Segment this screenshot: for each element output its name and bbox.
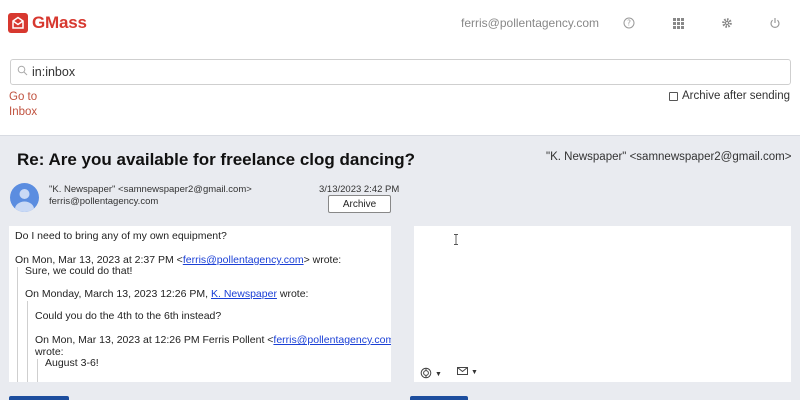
- email-options-dropdown[interactable]: ▼: [457, 367, 478, 377]
- email-link[interactable]: ferris@pollentagency.com: [183, 254, 304, 266]
- archive-after-sending-checkbox[interactable]: [669, 91, 678, 101]
- archive-after-sending-option[interactable]: Archive after sending: [669, 90, 790, 102]
- bottom-button-left[interactable]: [9, 396, 69, 400]
- quote-bar: [37, 359, 38, 382]
- inbox-label: Inbox: [9, 106, 38, 118]
- archive-after-sending-label: Archive after sending: [682, 90, 791, 102]
- top-bar: GMass ferris@pollentagency.com ?: [0, 0, 800, 48]
- search-box[interactable]: [10, 59, 791, 85]
- quote-text-1: Sure, we could do that!: [25, 265, 133, 277]
- account-email[interactable]: ferris@pollentagency.com: [461, 16, 599, 30]
- email-link[interactable]: ferris@pollentagency.com: [273, 334, 391, 346]
- search-input[interactable]: [32, 65, 772, 79]
- ai-assist-dropdown[interactable]: ▼: [420, 367, 442, 381]
- go-to-inbox-link[interactable]: Go to Inbox: [9, 90, 69, 120]
- svg-text:?: ?: [627, 19, 631, 28]
- openai-icon: [420, 367, 432, 381]
- gmass-logo-icon: [8, 13, 28, 33]
- quote-header-2: On Monday, March 13, 2023 12:26 PM, K. N…: [25, 288, 309, 300]
- apps-grid-icon[interactable]: [670, 15, 686, 31]
- quote-text-2: Could you do the 4th to the 6th instead?: [35, 310, 222, 322]
- email-subject: Re: Are you available for freelance clog…: [17, 150, 416, 169]
- email-date: 3/13/2023 2:42 PM: [319, 184, 400, 195]
- archive-button[interactable]: Archive: [328, 195, 391, 213]
- search-icon: [17, 63, 28, 81]
- quote-bar: [17, 267, 18, 382]
- power-icon[interactable]: [767, 15, 783, 31]
- gmass-logo[interactable]: GMass: [8, 13, 87, 33]
- message-body: Do I need to bring any of my own equipme…: [9, 226, 391, 382]
- quote-header-3: On Mon, Mar 13, 2023 at 12:26 PM Ferris …: [35, 334, 391, 346]
- sender-address: "K. Newspaper" <samnewspaper2@gmail.com>: [49, 184, 252, 195]
- app-name: GMass: [32, 13, 87, 32]
- email-header-from: "K. Newspaper" <samnewspaper2@gmail.com>: [546, 151, 792, 163]
- chevron-down-icon: ▼: [471, 368, 478, 376]
- help-icon[interactable]: ?: [621, 15, 637, 31]
- sender-link[interactable]: K. Newspaper: [211, 288, 277, 300]
- recipient-address: ferris@pollentagency.com: [49, 196, 159, 207]
- chevron-down-icon: ▼: [435, 370, 442, 378]
- text-cursor-icon: [454, 232, 458, 245]
- message-line: Do I need to bring any of my own equipme…: [15, 230, 227, 242]
- avatar: [10, 183, 39, 212]
- quote-bar: [27, 301, 28, 382]
- bottom-button-right[interactable]: [410, 396, 468, 400]
- settings-gear-icon[interactable]: [719, 15, 735, 31]
- go-to-label: Go to: [9, 91, 38, 103]
- envelope-icon: [457, 367, 468, 377]
- reply-compose-area[interactable]: [414, 226, 791, 382]
- quote-text-3: August 3-6!: [45, 357, 99, 369]
